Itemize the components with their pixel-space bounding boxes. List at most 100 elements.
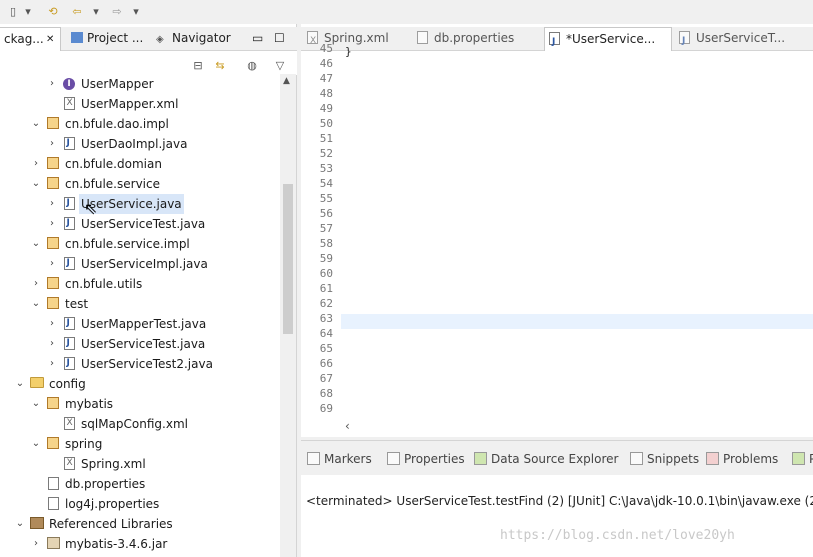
view-menu-icon[interactable]: ▽ [272,56,288,74]
tab-userservicetest-java[interactable]: UserServiceT... [679,27,813,53]
dropdown-icon[interactable]: ▾ [90,2,102,20]
tree-item-label: spring [65,437,103,451]
line-number: 47 [319,72,333,85]
scroll-left-icon[interactable]: ‹ [345,419,350,433]
tree-item[interactable]: › UserMapperTest.java [0,314,280,334]
expand-chevron-icon[interactable]: › [46,314,58,334]
line-number-ruler: 45 46 47 48 49 50 51 52 53 54 55 56 57 58 59 60 61 62 63 64… [301,42,341,421]
collapse-chevron-icon[interactable]: ⌄ [14,514,26,534]
code-line: } [345,45,352,58]
tree-item[interactable]: › UserDaoImpl.java [0,134,280,154]
project-icon [71,32,83,43]
expand-chevron-icon[interactable]: › [46,254,58,274]
tree-item-label: sqlMapConfig.xml [81,417,188,431]
tree-item[interactable]: ⌄ cn.bfule.dao.impl [0,114,280,134]
collapse-chevron-icon[interactable]: ⌄ [30,394,42,414]
tree-item[interactable]: log4j.properties [0,494,280,514]
tree-item[interactable]: › UserServiceTest2.java [0,354,280,374]
last-edit-icon[interactable]: ⟲ [44,2,62,20]
expand-chevron-icon[interactable]: › [30,154,42,174]
tree-item[interactable]: UserMapper.xml [0,94,280,114]
tab-data-source-explorer[interactable]: Data Source Explorer [474,450,618,468]
horizontal-scrollbar[interactable]: ‹ [301,419,813,437]
tree-scrollbar[interactable]: ▲ [280,74,296,557]
expand-chevron-icon[interactable]: › [46,194,58,214]
tree-item[interactable]: ⌄ mybatis [0,394,280,414]
line-number: 62 [319,297,333,310]
expand-chevron-icon[interactable]: › [46,134,58,154]
dropdown-icon[interactable]: ▾ [130,2,142,20]
tree-item[interactable]: › UserServiceImpl.java [0,254,280,274]
tree-item[interactable]: ⌄ spring [0,434,280,454]
collapse-chevron-icon[interactable]: ⌄ [30,114,42,134]
tree-item[interactable]: › UserServiceTest.java [0,214,280,234]
tree-item-label: test [65,297,89,311]
tab-progress[interactable]: P [792,450,813,468]
tab-problems[interactable]: Problems [706,450,778,468]
tree-item[interactable]: › cn.bfule.utils [0,274,280,294]
editor-area: Spring.xml db.properties *UserService...… [301,24,813,437]
tree-item[interactable]: ⌄ cn.bfule.service.impl [0,234,280,254]
expand-chevron-icon[interactable]: › [30,274,42,294]
collapse-all-icon[interactable]: ⊟ [190,56,206,74]
code-editor[interactable]: } [341,45,813,421]
expand-chevron-icon[interactable]: › [46,74,58,94]
tab-markers[interactable]: Markers [307,450,372,468]
tab-userservice-java[interactable]: *UserService... [544,27,672,54]
scroll-thumb[interactable] [283,184,293,334]
xml-file-icon [307,30,318,53]
tab-package-explorer[interactable]: ckag... ✕ [0,27,61,51]
expand-chevron-icon[interactable]: › [46,354,58,374]
line-number: 59 [319,252,333,265]
expand-chevron-icon[interactable]: › [46,214,58,234]
expand-chevron-icon[interactable]: › [30,534,42,554]
editor-tab-bar: Spring.xml db.properties *UserService...… [301,27,813,54]
tab-navigator[interactable]: ◈ Navigator [152,27,242,51]
tree-item[interactable]: ⌄ cn.bfule.service [0,174,280,194]
properties-icon [387,452,400,465]
bottom-tab-bar: Markers Properties Data Source Explorer … [301,441,813,475]
tree-item[interactable]: sqlMapConfig.xml [0,414,280,434]
scroll-up-icon[interactable]: ▲ [283,76,290,86]
maximize-icon[interactable]: ☐ [270,27,286,51]
library-icon [30,517,44,531]
collapse-chevron-icon[interactable]: ⌄ [30,174,42,194]
tab-db-properties[interactable]: db.properties [417,27,537,51]
java-file-icon [62,256,76,271]
tree-item[interactable]: › cn.bfule.domian [0,154,280,174]
collapse-chevron-icon[interactable]: ⌄ [14,374,26,394]
focus-icon[interactable]: ◍ [244,56,260,74]
collapse-chevron-icon[interactable]: ⌄ [30,294,42,314]
link-editor-icon[interactable]: ⇆ [212,56,228,74]
tab-label: Markers [324,452,372,466]
tree-item[interactable]: ⌄ config [0,374,280,394]
tab-snippets[interactable]: Snippets [630,450,699,468]
dropdown-icon[interactable]: ▾ [22,2,34,20]
tree-item[interactable]: ⌄ Referenced Libraries [0,514,280,534]
tree-item[interactable]: ⌄ test [0,294,280,314]
tree-item[interactable]: ›UserService.java [0,194,280,214]
tab-properties[interactable]: Properties [387,450,465,468]
close-icon[interactable]: ✕ [46,28,54,51]
minimize-icon[interactable]: ▭ [248,27,264,51]
tab-label: Navigator [172,31,231,45]
tree-item-label: db.properties [65,477,146,491]
line-number: 61 [319,282,333,295]
run-icon[interactable]: ▯ [4,2,22,20]
forward-icon[interactable]: ⇨ [108,2,126,20]
line-number: 69 [319,402,333,415]
java-file-icon [549,31,560,54]
collapse-chevron-icon[interactable]: ⌄ [30,434,42,454]
collapse-chevron-icon[interactable]: ⌄ [30,234,42,254]
tree-item[interactable]: Spring.xml [0,454,280,474]
package-icon [46,237,60,251]
expand-chevron-icon[interactable]: › [46,334,58,354]
tab-project-explorer[interactable]: Project ... [67,27,147,51]
back-icon[interactable]: ⇦ [68,2,86,20]
tree-item[interactable]: › I UserMapper [0,74,280,94]
properties-file-icon [417,31,428,44]
tree-item-label: UserMapperTest.java [81,317,207,331]
tree-item[interactable]: › mybatis-3.4.6.jar [0,534,280,554]
tree-item[interactable]: › UserServiceTest.java [0,334,280,354]
tree-item[interactable]: db.properties [0,474,280,494]
